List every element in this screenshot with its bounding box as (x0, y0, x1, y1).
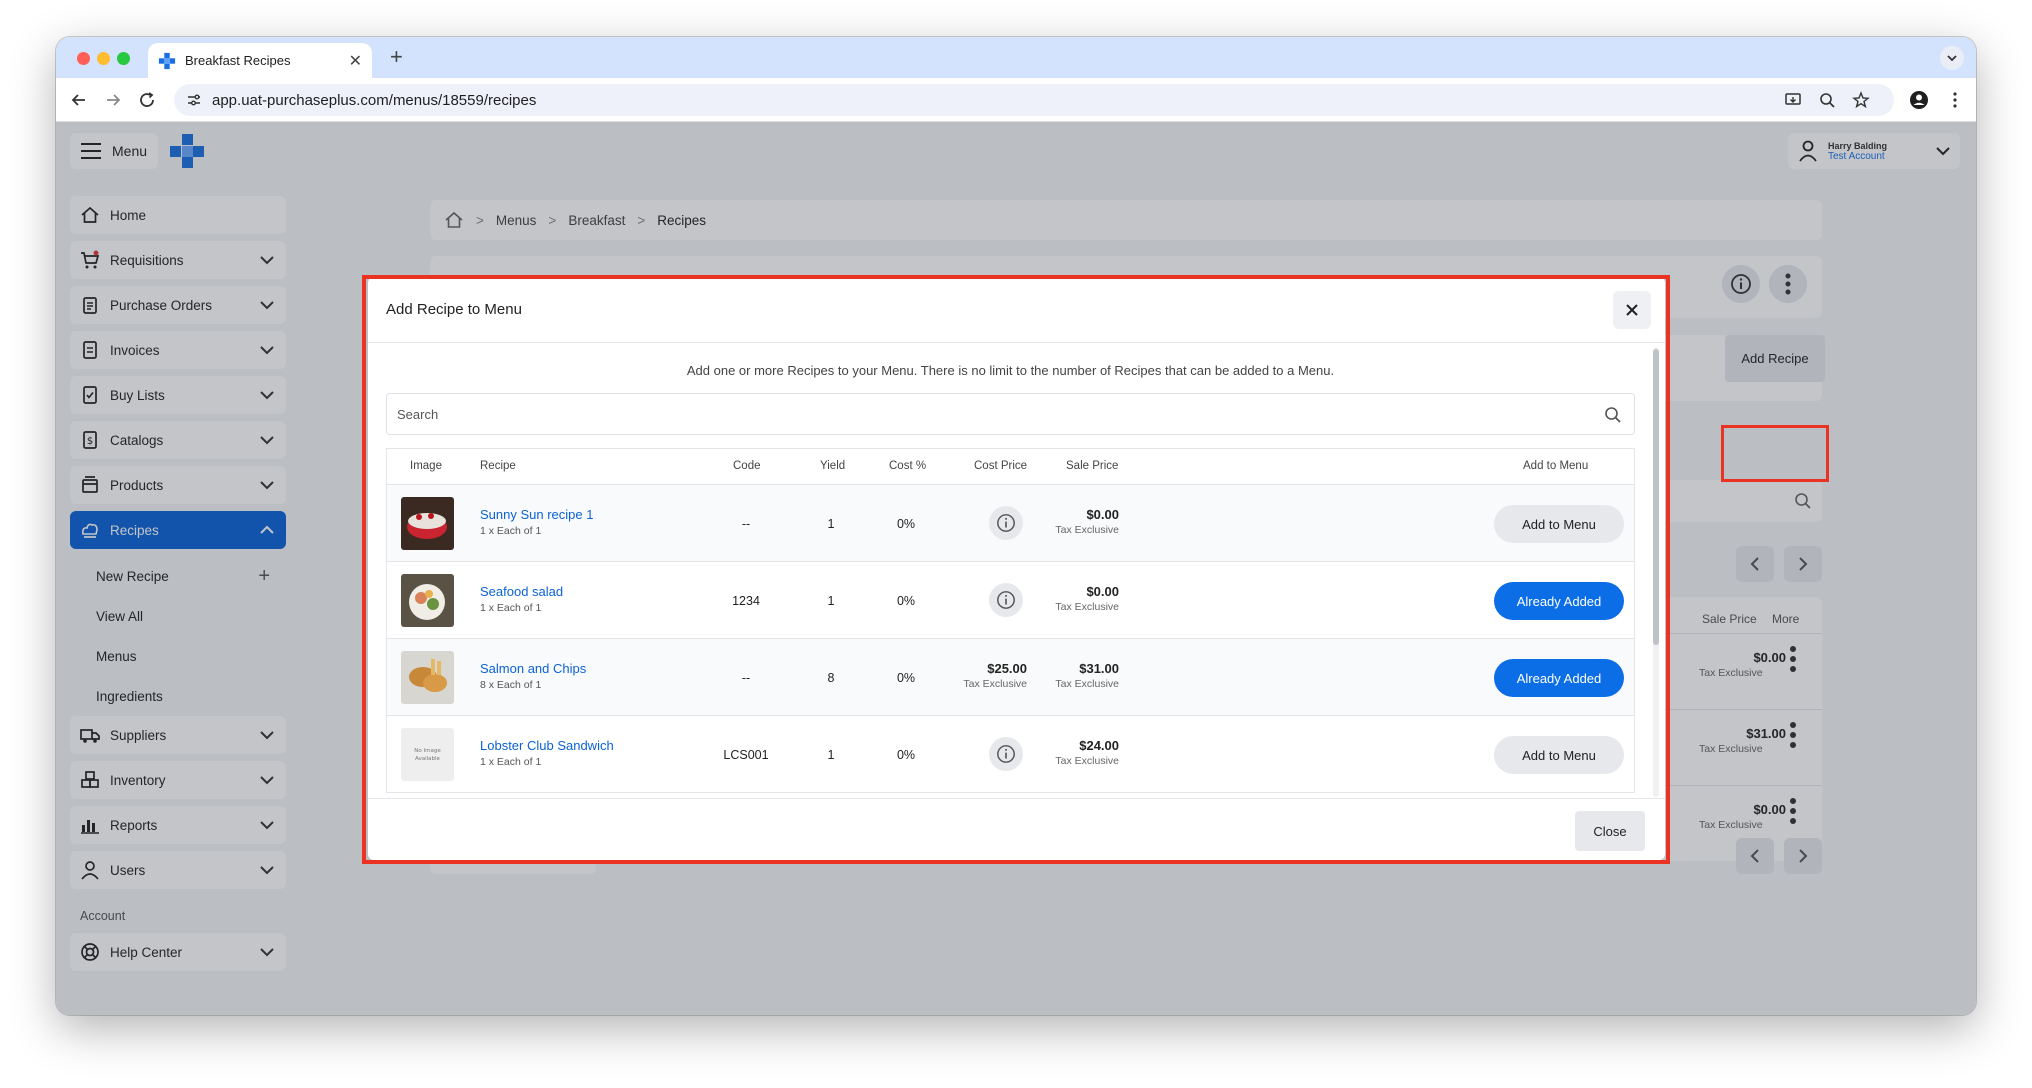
maximize-window-button[interactable] (117, 52, 130, 65)
kebab-menu-icon[interactable] (1944, 89, 1966, 111)
bookmark-star-icon[interactable] (1852, 91, 1870, 109)
close-window-button[interactable] (77, 52, 90, 65)
tab-strip: Breakfast Recipes ✕ + (56, 37, 1976, 78)
new-tab-icon[interactable]: + (390, 44, 403, 70)
back-arrow-icon[interactable] (68, 89, 90, 111)
browser-toolbar: app.uat-purchaseplus.com/menus/18559/rec… (56, 78, 1976, 122)
tab-close-icon[interactable]: ✕ (349, 51, 362, 71)
url-text: app.uat-purchaseplus.com/menus/18559/rec… (212, 91, 537, 109)
minimize-window-button[interactable] (97, 52, 110, 65)
install-app-icon[interactable] (1784, 91, 1802, 109)
zoom-icon[interactable] (1818, 91, 1836, 109)
site-settings-icon[interactable] (186, 92, 202, 108)
add-recipe-highlight (1721, 425, 1829, 482)
reload-icon[interactable] (136, 89, 158, 111)
modal-highlight (362, 275, 1670, 864)
profile-icon[interactable] (1908, 89, 1930, 111)
tab-search-icon[interactable] (1940, 46, 1964, 70)
browser-tab[interactable]: Breakfast Recipes ✕ (148, 43, 372, 78)
address-bar[interactable]: app.uat-purchaseplus.com/menus/18559/rec… (174, 84, 1894, 116)
tab-title: Breakfast Recipes (185, 53, 291, 68)
forward-arrow-icon[interactable] (102, 89, 124, 111)
purchaseplus-favicon-icon (158, 52, 176, 69)
